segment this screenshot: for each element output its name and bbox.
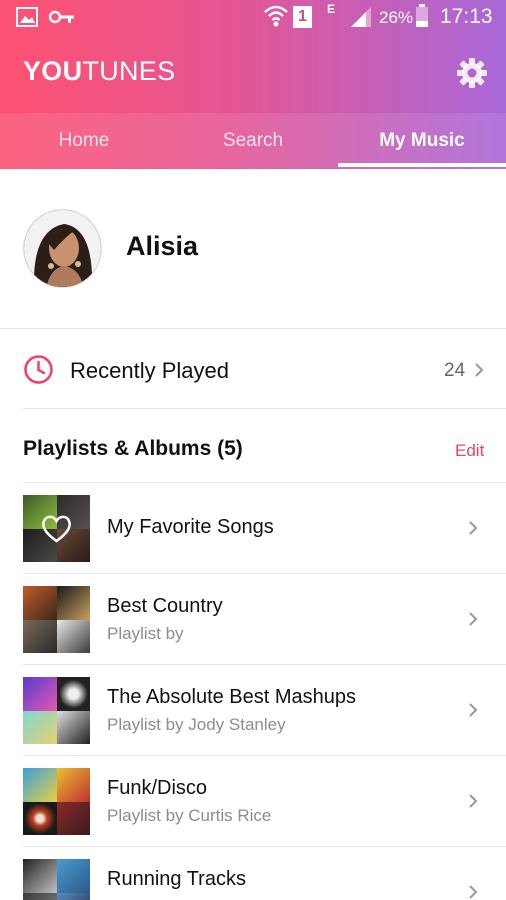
playlist-item[interactable]: Funk/Disco Playlist by Curtis Rice — [0, 756, 506, 847]
playlist-cover — [23, 495, 90, 562]
playlist-subtitle: Playlist by — [107, 624, 184, 643]
tab-search[interactable]: Search — [169, 113, 337, 169]
recently-played-count: 24 — [444, 360, 466, 381]
sim-icon: 1 — [293, 6, 312, 28]
playlist-title: Funk/Disco — [107, 777, 208, 799]
profile-name: Alisia — [126, 231, 199, 261]
tab-bar: Home Search My Music — [0, 113, 506, 169]
gear-icon[interactable] — [456, 57, 488, 89]
playlists-header: Playlists & Albums (5) Edit — [0, 409, 506, 483]
playlists-title: Playlists & Albums (5) — [23, 437, 243, 460]
edit-button[interactable]: Edit — [455, 441, 484, 461]
playlist-title: Best Country — [107, 595, 223, 617]
status-bar: 1 E 26% 17:13 — [0, 0, 506, 36]
chevron-right-icon — [473, 361, 485, 379]
playlist-subtitle: Playlist by Curtis Rice — [107, 806, 272, 825]
gallery-icon — [16, 7, 38, 27]
network-type-label: E — [327, 2, 336, 16]
playlist-subtitle: Playlist by Jody Stanley — [107, 715, 286, 734]
app-header: 1 E 26% 17:13 YOUTUNES Home Search My Mu… — [0, 0, 506, 169]
tab-home[interactable]: Home — [0, 113, 168, 169]
clock-icon — [23, 354, 54, 385]
profile-section: Alisia — [0, 169, 506, 329]
heart-icon — [40, 514, 73, 544]
chevron-right-icon — [467, 883, 479, 900]
chevron-right-icon — [467, 519, 479, 537]
key-icon — [49, 10, 75, 24]
avatar[interactable] — [23, 209, 102, 288]
app-title-bold: YOU — [23, 56, 83, 86]
battery-icon — [415, 4, 429, 28]
sim-slot-label: 1 — [293, 6, 312, 28]
playlist-cover — [23, 677, 90, 744]
playlist-item[interactable]: Best Country Playlist by — [0, 574, 506, 665]
playlist-cover — [23, 586, 90, 653]
playlist-title: Running Tracks — [107, 868, 246, 890]
chevron-right-icon — [467, 610, 479, 628]
playlist-item[interactable]: The Absolute Best Mashups Playlist by Jo… — [0, 665, 506, 756]
signal-icon — [349, 6, 373, 28]
playlist-cover — [23, 768, 90, 835]
app-title: YOUTUNES — [23, 56, 175, 87]
playlist-title: My Favorite Songs — [107, 516, 274, 538]
playlist-title: The Absolute Best Mashups — [107, 686, 357, 708]
recently-played-row[interactable]: Recently Played 24 — [0, 330, 506, 409]
playlist-cover — [23, 859, 90, 900]
battery-percent: 26% — [379, 8, 414, 27]
wifi-icon — [263, 4, 289, 28]
playlist-list: My Favorite Songs Best Country Playlist … — [0, 483, 506, 900]
recently-played-label: Recently Played — [70, 358, 229, 383]
active-tab-indicator — [338, 163, 506, 167]
app-title-light: TUNES — [82, 56, 176, 86]
playlist-item[interactable]: My Favorite Songs — [0, 483, 506, 574]
chevron-right-icon — [467, 792, 479, 810]
chevron-right-icon — [467, 701, 479, 719]
playlist-item[interactable]: Running Tracks — [0, 847, 506, 900]
tab-my-music[interactable]: My Music — [338, 113, 506, 169]
clock-time: 17:13 — [440, 5, 493, 28]
